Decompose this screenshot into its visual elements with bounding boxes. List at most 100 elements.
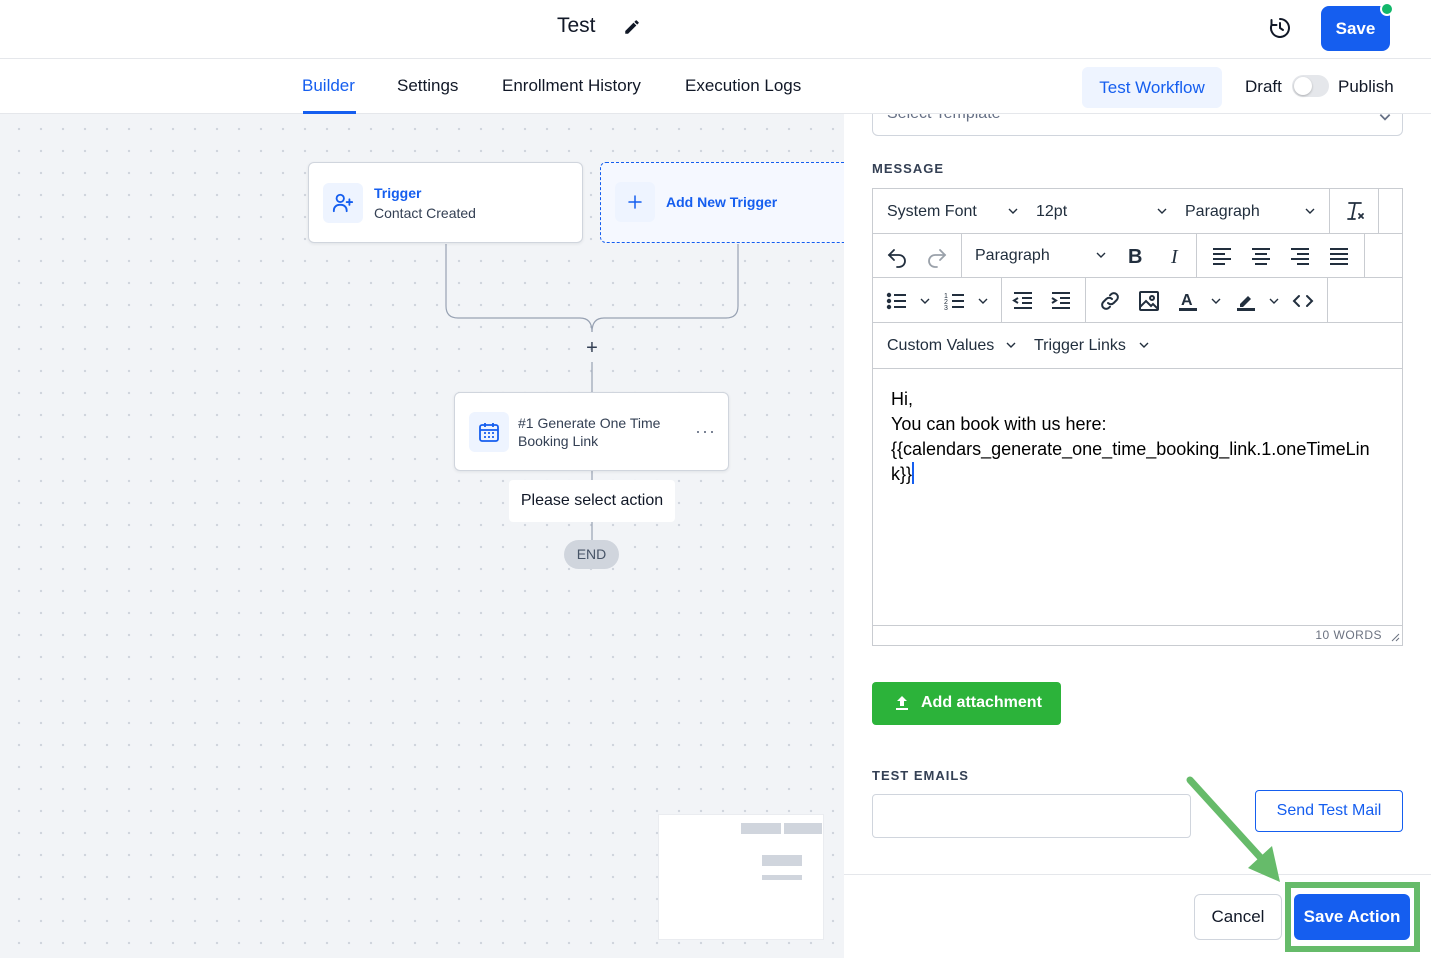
- test-workflow-button[interactable]: Test Workflow: [1082, 67, 1222, 108]
- body-line: You can book with us here:: [891, 414, 1107, 434]
- minimap-block: [741, 823, 781, 834]
- toolbar-divider: [1327, 278, 1328, 323]
- word-count: 10 WORDS: [1315, 628, 1382, 642]
- tab-enrollment-history[interactable]: Enrollment History: [502, 76, 641, 96]
- toggle-knob: [1294, 77, 1312, 95]
- svg-text:A: A: [1181, 292, 1193, 309]
- minimap[interactable]: [658, 814, 824, 940]
- italic-icon[interactable]: I: [1163, 244, 1187, 268]
- footer-divider: [844, 874, 1431, 875]
- minimap-block: [762, 855, 802, 866]
- undo-icon[interactable]: [885, 244, 909, 268]
- chevron-down-icon[interactable]: [977, 295, 989, 307]
- link-icon[interactable]: [1098, 289, 1122, 313]
- highlight-color-icon[interactable]: [1234, 289, 1258, 313]
- end-node: END: [564, 540, 619, 569]
- test-email-input[interactable]: [872, 794, 1191, 838]
- chevron-down-icon[interactable]: [1095, 249, 1107, 261]
- workflow-title: Test: [557, 14, 596, 37]
- toolbar-divider: [1378, 189, 1379, 234]
- block-format-select[interactable]: Paragraph: [1185, 203, 1260, 221]
- align-left-icon[interactable]: [1210, 244, 1234, 268]
- indent-icon[interactable]: [1049, 289, 1073, 313]
- add-trigger-label: Add New Trigger: [666, 194, 778, 210]
- chevron-down-icon[interactable]: [1138, 339, 1150, 351]
- clear-formatting-icon[interactable]: [1343, 199, 1367, 223]
- image-icon[interactable]: [1137, 289, 1161, 313]
- toolbar-divider: [1085, 278, 1086, 323]
- pencil-icon[interactable]: [623, 18, 641, 36]
- template-select-placeholder: Select Template: [887, 114, 1001, 123]
- save-action-button[interactable]: Save Action: [1294, 894, 1410, 940]
- tab-builder[interactable]: Builder: [302, 76, 355, 96]
- body-line-link: {{calendars_generate_one_time_booking_li…: [891, 437, 1384, 487]
- tab-bar: Builder Settings Enrollment History Exec…: [0, 59, 1431, 114]
- source-code-icon[interactable]: [1291, 289, 1315, 313]
- custom-values-menu[interactable]: Custom Values: [887, 337, 994, 355]
- align-justify-icon[interactable]: [1327, 244, 1351, 268]
- chevron-down-icon[interactable]: [1007, 205, 1019, 217]
- rich-text-editor: System Font 12pt Paragraph Paragraph B I: [872, 188, 1403, 646]
- add-new-trigger-button[interactable]: Add New Trigger: [600, 162, 844, 243]
- chevron-down-icon[interactable]: [1268, 295, 1280, 307]
- text-caret: [912, 462, 915, 484]
- action-settings-panel: Select Template MESSAGE System Font 12pt…: [844, 114, 1431, 958]
- select-action-button[interactable]: Please select action: [509, 480, 675, 522]
- font-family-select[interactable]: System Font: [887, 203, 977, 221]
- body-line: Hi,: [891, 389, 913, 409]
- toolbar-divider: [1364, 234, 1365, 278]
- trigger-icon-wrap: [323, 183, 363, 223]
- svg-text:3: 3: [944, 305, 948, 312]
- action-title: #1 Generate One Time Booking Link: [518, 415, 661, 449]
- user-plus-icon: [332, 193, 354, 213]
- bold-icon[interactable]: B: [1123, 244, 1147, 268]
- history-icon[interactable]: [1268, 16, 1292, 40]
- workflow-canvas[interactable]: Trigger Contact Created Add New Trigger …: [0, 114, 844, 958]
- paragraph-format-select[interactable]: Paragraph: [975, 247, 1050, 265]
- align-center-icon[interactable]: [1249, 244, 1273, 268]
- tab-settings[interactable]: Settings: [397, 76, 458, 96]
- message-label: MESSAGE: [872, 161, 945, 176]
- cancel-button[interactable]: Cancel: [1194, 894, 1282, 940]
- chevron-down-icon[interactable]: [919, 295, 931, 307]
- send-test-mail-button[interactable]: Send Test Mail: [1255, 790, 1403, 832]
- upload-icon: [896, 696, 908, 710]
- draft-label: Draft: [1245, 77, 1282, 96]
- action-node-menu[interactable]: ···: [695, 421, 716, 442]
- test-emails-label: TEST EMAILS: [872, 768, 969, 783]
- add-attachment-button[interactable]: Add attachment: [872, 682, 1061, 725]
- toolbar-divider: [1001, 278, 1002, 323]
- svg-text:I: I: [1170, 246, 1179, 268]
- align-right-icon[interactable]: [1288, 244, 1312, 268]
- message-body[interactable]: Hi, You can book with us here: {{calenda…: [873, 369, 1402, 625]
- trigger-links-menu[interactable]: Trigger Links: [1034, 337, 1126, 355]
- minimap-block: [762, 875, 802, 880]
- svg-text:B: B: [1128, 246, 1142, 268]
- outdent-icon[interactable]: [1011, 289, 1035, 313]
- bullet-list-icon[interactable]: [885, 289, 909, 313]
- chevron-down-icon[interactable]: [1304, 205, 1316, 217]
- trigger-node[interactable]: Trigger Contact Created: [308, 162, 583, 243]
- save-workflow-button[interactable]: Save: [1321, 6, 1390, 51]
- toolbar-divider: [1196, 234, 1197, 278]
- trigger-name: Trigger: [374, 185, 422, 201]
- editor-toolbar-row-2: Paragraph B I: [873, 234, 1402, 278]
- publish-toggle[interactable]: [1292, 75, 1329, 97]
- text-color-icon[interactable]: A: [1176, 289, 1200, 313]
- chevron-down-icon[interactable]: [1156, 205, 1168, 217]
- editor-status-bar: 10 WORDS: [873, 625, 1402, 645]
- action-node[interactable]: #1 Generate One Time Booking Link ···: [454, 392, 729, 471]
- redo-icon[interactable]: [925, 244, 949, 268]
- action-icon-wrap: [469, 412, 509, 452]
- template-select[interactable]: Select Template: [872, 114, 1403, 136]
- add-step-button[interactable]: +: [583, 338, 601, 358]
- numbered-list-icon[interactable]: 123: [943, 289, 967, 313]
- tab-execution-logs[interactable]: Execution Logs: [685, 76, 801, 96]
- chevron-down-icon: [1379, 114, 1391, 121]
- chevron-down-icon[interactable]: [1210, 295, 1222, 307]
- plus-icon: [628, 195, 642, 209]
- font-size-select[interactable]: 12pt: [1036, 203, 1067, 221]
- chevron-down-icon[interactable]: [1005, 339, 1017, 351]
- resize-handle-icon[interactable]: [1390, 632, 1400, 642]
- editor-toolbar-row-4: Custom Values Trigger Links: [873, 323, 1402, 369]
